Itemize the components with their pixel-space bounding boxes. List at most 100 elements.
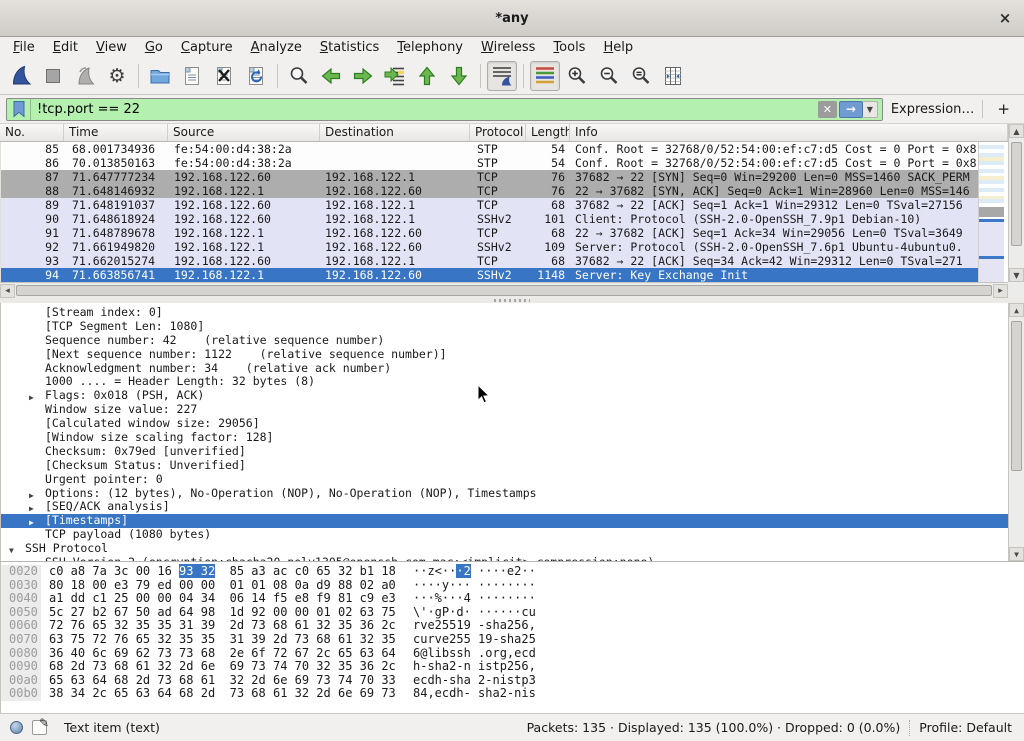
packet-row-94[interactable]: 9471.663856741192.168.122.1192.168.122.6…	[1, 268, 978, 282]
packet-row-89[interactable]: 8971.648191037192.168.122.60192.168.122.…	[1, 198, 978, 212]
splitter-handle-icon[interactable]	[494, 299, 530, 302]
zoom-in-button[interactable]	[562, 61, 592, 91]
detail-line-0[interactable]: [Stream index: 0]	[1, 306, 1009, 320]
scroll-thumb[interactable]	[1011, 142, 1022, 246]
restart-capture-button[interactable]	[70, 61, 100, 91]
expander-closed-icon[interactable]: ▶	[29, 391, 34, 403]
expander-closed-icon[interactable]: ▶	[29, 516, 34, 528]
scroll-right-icon[interactable]: ▸	[993, 284, 1008, 298]
scroll-thumb[interactable]	[16, 285, 992, 296]
go-last-packet-button[interactable]	[444, 61, 474, 91]
hex-row-00b0[interactable]: 00b038 34 2c 65 63 64 68 2d 73 68 61 32 …	[1, 687, 1024, 701]
expander-closed-icon[interactable]: ▶	[29, 558, 34, 561]
detail-line-12[interactable]: Urgent pointer: 0	[1, 473, 1009, 487]
filter-bookmark-button[interactable]	[7, 99, 31, 120]
zoom-out-button[interactable]	[594, 61, 624, 91]
go-forward-button[interactable]	[348, 61, 378, 91]
scroll-thumb[interactable]	[1011, 321, 1022, 471]
detail-line-15[interactable]: ▶[Timestamps]	[1, 514, 1009, 528]
col-header-length[interactable]: Length	[526, 124, 570, 141]
menu-edit[interactable]: Edit	[44, 39, 87, 56]
packet-row-92[interactable]: 9271.661949820192.168.122.1192.168.122.6…	[1, 240, 978, 254]
capture-options-button[interactable]: ⚙	[102, 61, 132, 91]
detail-line-16[interactable]: TCP payload (1080 bytes)	[1, 528, 1009, 542]
display-filter-input[interactable]	[31, 99, 818, 120]
packet-list-vscrollbar[interactable]: ▲ ▼	[1008, 124, 1024, 282]
hex-row-0020[interactable]: 0020c0 a8 7a 3c 00 16 93 32 85 a3 ac c0 …	[1, 565, 1024, 579]
filter-clear-icon[interactable]: ✕	[818, 101, 837, 118]
detail-line-13[interactable]: ▶Options: (12 bytes), No-Operation (NOP)…	[1, 487, 1009, 501]
menu-wireless[interactable]: Wireless	[472, 39, 544, 56]
detail-line-4[interactable]: Acknowledgment number: 34 (relative ack …	[1, 362, 1009, 376]
col-header-time[interactable]: Time	[64, 124, 168, 141]
packet-row-86[interactable]: 8670.013850163fe:54:00:d4:38:2aSTP54Conf…	[1, 156, 978, 170]
detail-line-6[interactable]: ▶Flags: 0x018 (PSH, ACK)	[1, 389, 1009, 403]
packet-row-88[interactable]: 8871.648146932192.168.122.1192.168.122.6…	[1, 184, 978, 198]
packet-row-90[interactable]: 9071.648618924192.168.122.60192.168.122.…	[1, 212, 978, 226]
hex-row-0050[interactable]: 00505c 27 b2 67 50 ad 64 98 1d 92 00 00 …	[1, 606, 1024, 620]
col-header-protocol[interactable]: Protocol	[470, 124, 526, 141]
packet-list-hscrollbar[interactable]: ◂ ▸	[0, 282, 1008, 298]
expander-open-icon[interactable]: ▼	[9, 544, 14, 556]
menu-view[interactable]: View	[87, 39, 136, 56]
start-capture-button[interactable]	[6, 61, 36, 91]
hex-row-0030[interactable]: 003080 18 00 e3 79 ed 00 00 01 01 08 0a …	[1, 579, 1024, 593]
stop-capture-button[interactable]	[38, 61, 68, 91]
filter-dropdown-caret-icon[interactable]: ▼	[863, 101, 878, 118]
profile-label[interactable]: Profile: Default	[919, 720, 1012, 735]
detail-vscrollbar[interactable]: ▲▼	[1008, 303, 1024, 561]
detail-line-18[interactable]: ▶SSH Version 2 (encryption:chacha20-poly…	[1, 556, 1009, 561]
add-filter-button[interactable]: +	[991, 100, 1016, 118]
packet-row-91[interactable]: 9171.648789678192.168.122.1192.168.122.6…	[1, 226, 978, 240]
menu-go[interactable]: Go	[136, 39, 172, 56]
colorize-packets-button[interactable]	[530, 61, 560, 91]
detail-line-5[interactable]: 1000 .... = Header Length: 32 bytes (8)	[1, 375, 1009, 389]
col-header-source[interactable]: Source	[168, 124, 320, 141]
menu-help[interactable]: Help	[594, 39, 642, 56]
hex-row-0060[interactable]: 006072 76 65 32 35 35 31 39 2d 73 68 61 …	[1, 619, 1024, 633]
scroll-up-icon[interactable]: ▲	[1009, 124, 1024, 138]
expert-info-icon[interactable]	[10, 721, 23, 734]
auto-scroll-button[interactable]	[487, 61, 517, 91]
expander-closed-icon[interactable]: ▶	[29, 502, 34, 514]
scroll-down-icon[interactable]: ▼	[1009, 268, 1024, 282]
scroll-left-icon[interactable]: ◂	[0, 284, 15, 298]
capture-comment-icon[interactable]: ✎	[32, 720, 47, 735]
hex-row-0090[interactable]: 009068 2d 73 68 61 32 2d 6e 69 73 74 70 …	[1, 660, 1024, 674]
detail-line-17[interactable]: ▼SSH Protocol	[1, 542, 1009, 556]
expander-closed-icon[interactable]: ▶	[29, 489, 34, 501]
go-to-packet-button[interactable]	[380, 61, 410, 91]
detail-line-2[interactable]: Sequence number: 42 (relative sequence n…	[1, 334, 1009, 348]
detail-line-11[interactable]: [Checksum Status: Unverified]	[1, 459, 1009, 473]
hex-row-00a0[interactable]: 00a065 63 64 68 2d 73 68 61 32 2d 6e 69 …	[1, 674, 1024, 688]
reload-capture-file-button[interactable]	[241, 61, 271, 91]
detail-line-8[interactable]: [Calculated window size: 29056]	[1, 417, 1009, 431]
menu-telephony[interactable]: Telephony	[388, 39, 472, 56]
col-header-destination[interactable]: Destination	[320, 124, 470, 141]
menu-capture[interactable]: Capture	[172, 39, 242, 56]
resize-columns-button[interactable]	[658, 61, 688, 91]
packet-row-93[interactable]: 9371.662015274192.168.122.60192.168.122.…	[1, 254, 978, 268]
menu-analyze[interactable]: Analyze	[242, 39, 311, 56]
close-icon[interactable]: ×	[996, 9, 1014, 27]
go-back-button[interactable]	[316, 61, 346, 91]
detail-line-14[interactable]: ▶[SEQ/ACK analysis]	[1, 500, 1009, 514]
scroll-up-icon[interactable]: ▲	[1009, 303, 1024, 317]
go-first-packet-button[interactable]	[412, 61, 442, 91]
hex-row-0040[interactable]: 0040a1 dd c1 25 00 00 04 34 06 14 f5 e8 …	[1, 592, 1024, 606]
detail-line-7[interactable]: Window size value: 227	[1, 403, 1009, 417]
scroll-down-icon[interactable]: ▼	[1009, 547, 1024, 561]
menu-statistics[interactable]: Statistics	[311, 39, 388, 56]
detail-line-10[interactable]: Checksum: 0x79ed [unverified]	[1, 445, 1009, 459]
detail-line-3[interactable]: [Next sequence number: 1122 (relative se…	[1, 348, 1009, 362]
packet-row-85[interactable]: 8568.001734936fe:54:00:d4:38:2aSTP54Conf…	[1, 142, 978, 156]
save-capture-file-button[interactable]	[177, 61, 207, 91]
find-packet-button[interactable]	[284, 61, 314, 91]
filter-apply-icon[interactable]: →	[839, 101, 863, 118]
expression-button[interactable]: Expression…	[891, 102, 975, 117]
hex-row-0080[interactable]: 008036 40 6c 69 62 73 73 68 2e 6f 72 67 …	[1, 647, 1024, 661]
menu-file[interactable]: File	[4, 39, 44, 56]
open-capture-file-button[interactable]	[145, 61, 175, 91]
detail-line-9[interactable]: [Window size scaling factor: 128]	[1, 431, 1009, 445]
hex-row-0070[interactable]: 007063 75 72 76 65 32 35 35 31 39 2d 73 …	[1, 633, 1024, 647]
